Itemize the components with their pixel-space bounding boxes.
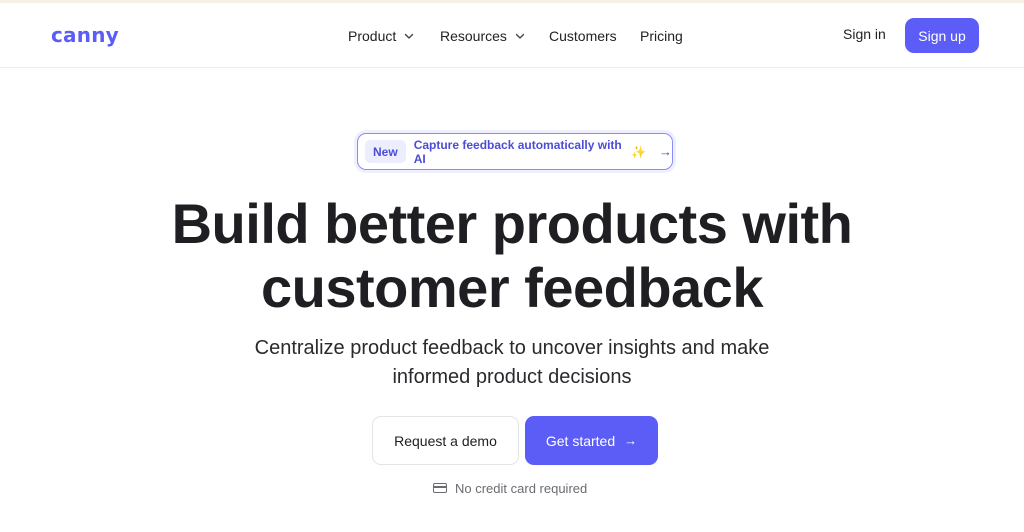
subhead-line: informed product decisions <box>392 366 632 388</box>
nav-item-label: Product <box>348 28 397 44</box>
sign-up-button[interactable]: Sign up <box>905 18 979 53</box>
request-demo-button[interactable]: Request a demo <box>372 416 519 465</box>
hero-headline: Build better products with customer feed… <box>0 192 1024 320</box>
credit-card-icon <box>433 483 447 493</box>
no-credit-card-note: No credit card required <box>433 480 587 496</box>
arrow-right-icon: → <box>659 144 672 159</box>
new-feature-badge[interactable]: New Capture feedback automatically with … <box>357 133 673 170</box>
subhead-line: Centralize product feedback to uncover i… <box>254 337 770 359</box>
nav-item-label: Customers <box>549 28 617 44</box>
headline-line: customer feedback <box>261 256 763 319</box>
nav-item-product[interactable]: Product <box>348 26 414 46</box>
hero-subheadline: Centralize product feedback to uncover i… <box>212 334 812 392</box>
site-header: canny Product Resources Customers Pricin… <box>0 3 1024 68</box>
get-started-button[interactable]: Get started → <box>525 416 658 465</box>
canny-logo[interactable]: canny <box>51 23 119 47</box>
chevron-down-icon <box>405 33 414 39</box>
get-started-label: Get started <box>545 432 616 449</box>
nav-item-pricing[interactable]: Pricing <box>640 26 683 46</box>
nav-item-customers[interactable]: Customers <box>549 26 617 46</box>
nav-item-label: Resources <box>440 28 507 44</box>
sign-in-link[interactable]: Sign in <box>843 26 886 42</box>
new-tag: New <box>365 140 406 163</box>
chevron-down-icon <box>515 33 525 39</box>
badge-text: Capture feedback automatically with AI <box>413 137 622 166</box>
nav-item-resources[interactable]: Resources <box>440 26 525 46</box>
no-credit-card-text: No credit card required <box>455 480 588 496</box>
sparkle-icon: ✨ <box>631 144 646 159</box>
arrow-right-icon: → <box>624 433 638 448</box>
request-demo-label: Request a demo <box>394 432 497 449</box>
headline-line: Build better products with <box>171 192 853 255</box>
nav-item-label: Pricing <box>640 28 683 44</box>
